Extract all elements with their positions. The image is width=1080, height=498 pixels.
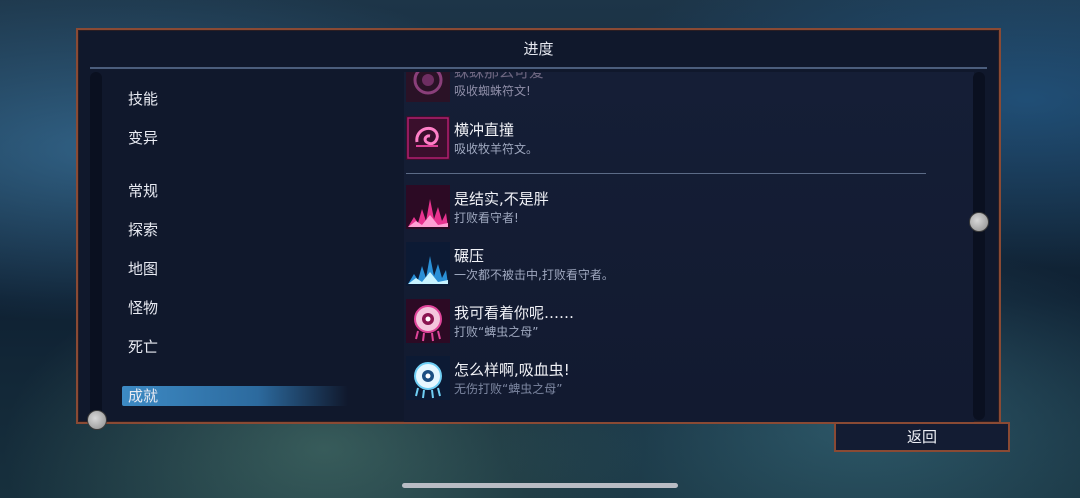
spider-rune-icon [406,72,450,102]
category-item-general[interactable]: 常规 [128,180,158,201]
ram-rune-icon [406,116,450,160]
category-item-map[interactable]: 地图 [128,258,158,279]
achievement-name: 横冲直撞 [454,121,515,139]
progress-dialog: 进度 技能 变异 常规 探索 地图 怪物 死亡 成就 蛛蛛那么可爱 吸收蜘蛛符文… [76,28,1001,430]
achievement-desc: 无伤打败“蜱虫之母” [454,382,563,396]
achievement-name: 我可看着你呢…… [454,304,575,322]
achievement-name: 怎么样啊,吸血虫! [454,361,570,379]
title-divider [90,67,987,69]
achievement-desc: 打败“蜱虫之母” [454,325,539,339]
category-item-skills[interactable]: 技能 [128,88,158,109]
category-item-exploration[interactable]: 探索 [128,219,158,240]
back-button[interactable]: 返回 [834,422,1010,452]
list-divider [406,173,926,174]
category-list: 技能 变异 常规 探索 地图 怪物 死亡 成就 [122,72,382,422]
category-item-achievements[interactable]: 成就 [122,386,348,406]
achievement-desc: 打败看守者! [454,211,519,225]
category-scrollbar[interactable] [87,72,107,430]
watcher-pink-icon [406,185,450,229]
achievement-item: 蛛蛛那么可爱 吸收蜘蛛符文! [406,72,946,102]
achievement-item: 是结实,不是胖 打败看守者! [406,185,946,229]
achievement-item: 横冲直撞 吸收牧羊符文。 [406,116,946,160]
achievement-list: 蛛蛛那么可爱 吸收蜘蛛符文! 横冲直撞 吸收牧羊符文。 是结实,不是胖 打败看守… [404,72,974,422]
achievement-desc: 吸收牧羊符文。 [454,142,539,156]
achievement-item: 怎么样啊,吸血虫! 无伤打败“蜱虫之母” [406,356,946,400]
tick-mother-blue-icon [406,356,450,400]
category-item-monsters[interactable]: 怪物 [128,297,158,318]
achievement-name: 碾压 [454,247,485,265]
achievement-item: 我可看着你呢…… 打败“蜱虫之母” [406,299,946,343]
tick-mother-pink-icon [406,299,450,343]
home-indicator[interactable] [402,483,678,488]
achievement-name: 蛛蛛那么可爱 [454,72,545,81]
achievement-scrollbar[interactable] [969,72,989,420]
achievement-desc: 吸收蜘蛛符文! [454,84,531,98]
category-item-mutations[interactable]: 变异 [128,127,158,148]
achievement-name: 是结实,不是胖 [454,190,549,208]
category-scroll-knob[interactable] [87,410,107,430]
dialog-title: 进度 [523,40,554,58]
watcher-blue-icon [406,242,450,286]
achievement-desc: 一次都不被击中,打败看守者。 [454,268,614,282]
achievement-item: 碾压 一次都不被击中,打败看守者。 [406,242,946,286]
category-item-deaths[interactable]: 死亡 [128,336,158,357]
achievement-scroll-knob[interactable] [969,212,989,232]
